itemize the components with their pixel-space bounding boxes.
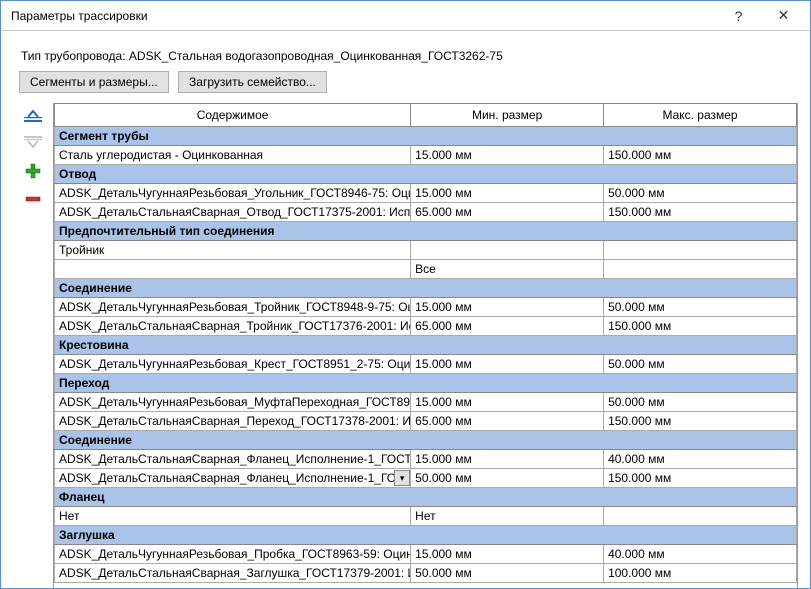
group-row[interactable]: Тройник [55, 241, 797, 260]
group-row[interactable]: Заглушка [55, 526, 797, 545]
group-label: Соединение [55, 431, 797, 450]
cell-max[interactable]: 50.000 мм [604, 393, 797, 412]
table-row[interactable]: ADSK_ДетальСтальнаяСварная_Переход_ГОСТ1… [55, 412, 797, 431]
table-row[interactable]: Сталь углеродистая - Оцинкованная15.000 … [55, 146, 797, 165]
group-row[interactable]: Отвод [55, 165, 797, 184]
cell-content-text: ADSK_ДетальСтальнаяСварная_Фланец_Исполн… [59, 471, 394, 485]
cell-min[interactable]: 65.000 мм [411, 412, 604, 431]
table-row[interactable]: ADSK_ДетальЧугуннаяРезьбовая_Тройник_ГОС… [55, 298, 797, 317]
cell-max[interactable]: 100.000 мм [604, 564, 797, 583]
cell-max[interactable]: 150.000 мм [604, 412, 797, 431]
table-row[interactable]: ADSK_ДетальСтальнаяСварная_Отвод_ГОСТ173… [55, 203, 797, 222]
cell-min[interactable]: 15.000 мм [411, 355, 604, 374]
cell-max[interactable]: 50.000 мм [604, 184, 797, 203]
load-family-button[interactable]: Загрузить семейство... [178, 71, 327, 93]
cell-min[interactable]: 15.000 мм [411, 545, 604, 564]
cell-max[interactable] [604, 241, 797, 260]
table-row[interactable]: Все [55, 260, 797, 279]
cell-content[interactable]: ADSK_ДетальЧугуннаяРезьбовая_МуфтаПерехо… [55, 393, 411, 412]
table-row[interactable]: ADSK_ДетальЧугуннаяРезьбовая_Пробка_ГОСТ… [55, 545, 797, 564]
group-row[interactable]: Переход [55, 374, 797, 393]
cell-content[interactable]: ADSK_ДетальЧугуннаяРезьбовая_Пробка_ГОСТ… [55, 545, 411, 564]
table-row[interactable]: ADSK_ДетальСтальнаяСварная_Фланец_Исполн… [55, 469, 797, 488]
cell-min[interactable]: Все [411, 260, 604, 279]
group-label: Отвод [55, 165, 797, 184]
cell-content[interactable]: ADSK_ДетальЧугуннаяРезьбовая_Тройник_ГОС… [55, 298, 411, 317]
group-row[interactable]: Соединение [55, 279, 797, 298]
cell-max[interactable]: 150.000 мм [604, 317, 797, 336]
cell-min[interactable]: 15.000 мм [411, 393, 604, 412]
help-button[interactable]: ? [716, 2, 761, 30]
cell-max[interactable] [604, 507, 797, 526]
cell-content[interactable]: ADSK_ДетальЧугуннаяРезьбовая_Крест_ГОСТ8… [55, 355, 411, 374]
side-toolbar [13, 103, 53, 588]
move-down-button[interactable] [22, 133, 44, 153]
group-label: Соединение [55, 279, 797, 298]
table-row[interactable]: ADSK_ДетальСтальнаяСварная_Тройник_ГОСТ1… [55, 317, 797, 336]
cell-max[interactable]: 40.000 мм [604, 450, 797, 469]
group-row[interactable]: Фланец [55, 488, 797, 507]
cell-min[interactable] [411, 241, 604, 260]
cell-min[interactable]: 15.000 мм [411, 146, 604, 165]
pipe-type-label: Тип трубопровода: ADSK_Стальная водогазо… [21, 49, 798, 63]
cell-content[interactable]: Сталь углеродистая - Оцинкованная [55, 146, 411, 165]
cell-content[interactable]: Тройник [55, 241, 411, 260]
cell-max[interactable]: 150.000 мм [604, 203, 797, 222]
table-row[interactable]: НетНет [55, 507, 797, 526]
group-label: Переход [55, 374, 797, 393]
group-label: Сегмент трубы [55, 127, 797, 146]
cell-min[interactable]: 15.000 мм [411, 450, 604, 469]
cell-min[interactable]: 15.000 мм [411, 184, 604, 203]
group-row[interactable]: Сегмент трубы [55, 127, 797, 146]
cell-min[interactable]: 65.000 мм [411, 203, 604, 222]
cell-content[interactable]: ADSK_ДетальСтальнаяСварная_Фланец_Исполн… [55, 469, 411, 488]
move-up-button[interactable] [22, 105, 44, 125]
cell-content[interactable]: ADSK_ДетальСтальнаяСварная_Фланец_Исполн… [55, 450, 411, 469]
col-header-content[interactable]: Содержимое [55, 104, 411, 127]
cell-max[interactable]: 50.000 мм [604, 298, 797, 317]
cell-max[interactable]: 150.000 мм [604, 146, 797, 165]
cell-max[interactable]: 150.000 мм [604, 469, 797, 488]
cell-content[interactable] [55, 260, 411, 279]
pipe-type-prefix: Тип трубопровода: [21, 49, 129, 63]
group-label: Предпочтительный тип соединения [55, 222, 797, 241]
pipe-type-value: ADSK_Стальная водогазопроводная_Оцинкова… [129, 49, 503, 63]
table-row[interactable]: ADSK_ДетальСтальнаяСварная_Заглушка_ГОСТ… [55, 564, 797, 583]
cell-min[interactable]: 15.000 мм [411, 298, 604, 317]
cell-content[interactable]: Нет [55, 507, 411, 526]
close-button[interactable]: ✕ [761, 2, 806, 30]
titlebar: Параметры трассировки ? ✕ [1, 1, 810, 31]
cell-content[interactable]: ADSK_ДетальСтальнаяСварная_Переход_ГОСТ1… [55, 412, 411, 431]
group-row[interactable]: Предпочтительный тип соединения [55, 222, 797, 241]
segments-sizes-button[interactable]: Сегменты и размеры... [19, 71, 169, 93]
group-label: Фланец [55, 488, 797, 507]
cell-min[interactable]: Нет [411, 507, 604, 526]
table-row[interactable]: ADSK_ДетальЧугуннаяРезьбовая_Крест_ГОСТ8… [55, 355, 797, 374]
add-button[interactable] [22, 161, 44, 181]
group-label: Крестовина [55, 336, 797, 355]
window-title: Параметры трассировки [11, 9, 716, 23]
dropdown-button[interactable]: ▾ [394, 470, 410, 486]
dialog-window: Параметры трассировки ? ✕ Тип трубопрово… [0, 0, 811, 589]
table-row[interactable]: ADSK_ДетальЧугуннаяРезьбовая_Угольник_ГО… [55, 184, 797, 203]
group-row[interactable]: Крестовина [55, 336, 797, 355]
routing-table[interactable]: Содержимое Мин. размер Макс. размер Сегм… [54, 103, 797, 583]
cell-max[interactable]: 40.000 мм [604, 545, 797, 564]
cell-content[interactable]: ADSK_ДетальСтальнаяСварная_Тройник_ГОСТ1… [55, 317, 411, 336]
table-row[interactable]: ADSK_ДетальЧугуннаяРезьбовая_МуфтаПерехо… [55, 393, 797, 412]
col-header-max[interactable]: Макс. размер [604, 104, 797, 127]
cell-min[interactable]: 65.000 мм [411, 317, 604, 336]
group-label: Заглушка [55, 526, 797, 545]
cell-max[interactable]: 50.000 мм [604, 355, 797, 374]
cell-content[interactable]: ADSK_ДетальСтальнаяСварная_Отвод_ГОСТ173… [55, 203, 411, 222]
col-header-min[interactable]: Мин. размер [411, 104, 604, 127]
table-row[interactable]: ADSK_ДетальСтальнаяСварная_Фланец_Исполн… [55, 450, 797, 469]
cell-min[interactable]: 50.000 мм [411, 469, 604, 488]
group-row[interactable]: Соединение [55, 431, 797, 450]
remove-button[interactable] [22, 189, 44, 209]
cell-content[interactable]: ADSK_ДетальСтальнаяСварная_Заглушка_ГОСТ… [55, 564, 411, 583]
cell-max[interactable] [604, 260, 797, 279]
cell-min[interactable]: 50.000 мм [411, 564, 604, 583]
cell-content[interactable]: ADSK_ДетальЧугуннаяРезьбовая_Угольник_ГО… [55, 184, 411, 203]
